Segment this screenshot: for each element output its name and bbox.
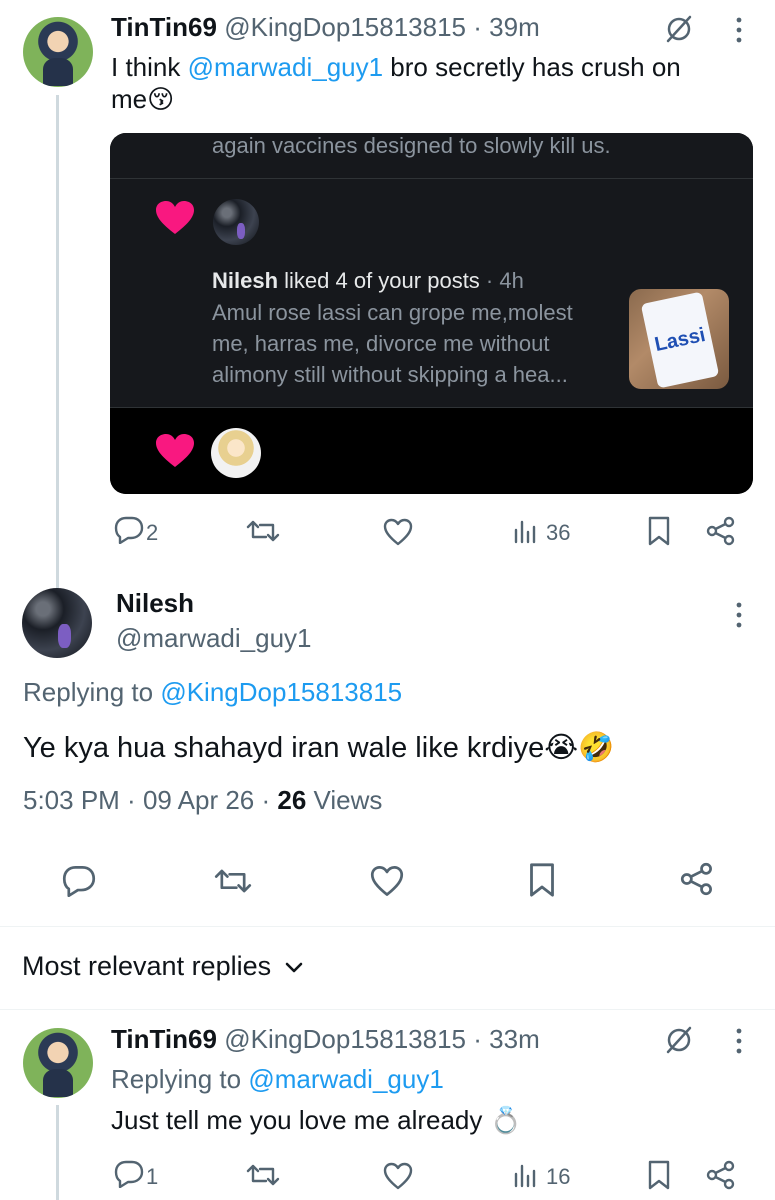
thread-line xyxy=(56,1105,59,1200)
notif-desc-line: alimony still without skipping a hea... xyxy=(212,362,568,387)
grok-slash-icon[interactable] xyxy=(664,1025,694,1055)
heart-filled-icon xyxy=(156,434,194,468)
separator-dot: · xyxy=(473,1024,482,1054)
timestamp[interactable]: 33m xyxy=(489,1024,540,1054)
tweet-header: TinTin69 @KingDop15813815 · 33m xyxy=(111,1024,540,1055)
notif-line: Nilesh liked 4 of your posts · 4h xyxy=(212,265,524,296)
card-top-row: again vaccines designed to slowly kill u… xyxy=(110,133,753,179)
notif-desc-line: me, harras me, divorce me without xyxy=(212,331,550,356)
avatar[interactable] xyxy=(23,17,93,87)
retweet-icon[interactable] xyxy=(246,1162,280,1188)
tweet-text: Just tell me you love me already 💍 xyxy=(111,1104,522,1137)
more-dots-icon[interactable] xyxy=(734,16,744,44)
divider xyxy=(0,1009,775,1010)
views-icon[interactable] xyxy=(513,1162,537,1188)
notif-avatar xyxy=(213,199,259,245)
notif-description: Amul rose lassi can grope me,molest me, … xyxy=(212,297,573,390)
attached-image[interactable]: again vaccines designed to slowly kill u… xyxy=(110,133,753,494)
sort-label: Most relevant replies xyxy=(22,951,272,981)
views-icon[interactable] xyxy=(513,518,537,544)
notif-dot: · xyxy=(479,268,500,293)
text-part: I think xyxy=(111,52,188,82)
views-count[interactable]: 16 xyxy=(546,1164,570,1190)
like-icon[interactable] xyxy=(370,865,404,897)
bookmark-icon[interactable] xyxy=(647,1160,671,1190)
more-dots-icon[interactable] xyxy=(734,601,744,629)
notif-time: 4h xyxy=(499,268,524,293)
divider xyxy=(0,926,775,927)
like-icon[interactable] xyxy=(383,1162,413,1190)
handle[interactable]: @KingDop15813815 xyxy=(224,12,466,42)
replying-label: Replying to xyxy=(111,1064,249,1094)
avatar[interactable] xyxy=(22,588,92,658)
share-icon[interactable] xyxy=(706,1160,736,1190)
bookmark-icon[interactable] xyxy=(647,516,671,546)
kissing-emoji: 😚 xyxy=(147,85,175,115)
share-icon[interactable] xyxy=(706,516,736,546)
replying-mention[interactable]: @KingDop15813815 xyxy=(160,677,402,707)
more-dots-icon[interactable] xyxy=(734,1027,744,1055)
notif-avatar xyxy=(211,428,261,478)
crying-laughing-emoji: 😭🤣 xyxy=(544,730,615,764)
reply-icon[interactable] xyxy=(114,516,144,544)
replying-to: Replying to @KingDop15813815 xyxy=(23,677,402,708)
grok-slash-icon[interactable] xyxy=(664,14,694,44)
notif-action: liked 4 of your posts xyxy=(278,268,480,293)
post-date[interactable]: 09 Apr 26 xyxy=(143,785,254,815)
retweet-icon[interactable] xyxy=(214,866,252,896)
separator-dot: · xyxy=(473,12,482,42)
handle[interactable]: @marwadi_guy1 xyxy=(116,623,311,654)
display-name[interactable]: TinTin69 xyxy=(111,12,217,42)
separator-dot: · xyxy=(254,785,278,815)
tweet-meta: 5:03 PM · 09 Apr 26 · 26 Views xyxy=(23,785,382,816)
reply-icon[interactable] xyxy=(114,1160,144,1188)
post-time[interactable]: 5:03 PM xyxy=(23,785,120,815)
replying-to: Replying to @marwadi_guy1 xyxy=(111,1064,444,1095)
bookmark-icon[interactable] xyxy=(528,862,556,898)
separator-dot: · xyxy=(119,785,143,815)
notif-thumbnail: Lassi xyxy=(629,289,729,389)
tweet-text: Ye kya hua shahayd iran wale like krdiye… xyxy=(23,730,614,765)
retweet-icon[interactable] xyxy=(246,518,280,544)
timestamp[interactable]: 39m xyxy=(489,12,540,42)
notif-name: Nilesh xyxy=(212,268,279,293)
replying-label: Replying to xyxy=(23,677,161,707)
avatar[interactable] xyxy=(23,1028,93,1098)
reply-count[interactable]: 2 xyxy=(146,520,158,546)
handle[interactable]: @KingDop15813815 xyxy=(224,1024,466,1054)
notification-row-2 xyxy=(110,408,753,494)
notification-row: Nilesh liked 4 of your posts · 4h Amul r… xyxy=(110,179,753,408)
display-name[interactable]: Nilesh xyxy=(116,588,194,619)
chevron-down-icon xyxy=(285,962,303,974)
text-part: Just tell me you love me already xyxy=(111,1105,490,1135)
views-count[interactable]: 26 xyxy=(277,785,306,815)
lassi-pack: Lassi xyxy=(640,291,720,389)
reply-icon[interactable] xyxy=(62,865,96,897)
text-part: Ye kya hua shahayd iran wale like krdiye xyxy=(23,732,545,764)
display-name[interactable]: TinTin69 xyxy=(111,1024,217,1054)
heart-filled-icon xyxy=(156,201,194,235)
reply-sort-dropdown[interactable]: Most relevant replies xyxy=(22,951,303,982)
ring-emoji: 💍 xyxy=(489,1106,522,1136)
text-part: me xyxy=(111,84,148,114)
share-icon[interactable] xyxy=(680,862,714,896)
notif-desc-line: Amul rose lassi can grope me,molest xyxy=(212,300,573,325)
views-label: Views xyxy=(306,785,383,815)
replying-mention[interactable]: @marwadi_guy1 xyxy=(248,1064,443,1094)
tweet-header: TinTin69 @KingDop15813815 · 39m xyxy=(111,12,540,43)
text-part: bro secretly has crush on xyxy=(383,52,681,82)
tweet-text: I think @marwadi_guy1 bro secretly has c… xyxy=(111,51,751,116)
mention-link[interactable]: @marwadi_guy1 xyxy=(188,52,383,82)
like-icon[interactable] xyxy=(383,518,413,546)
views-count[interactable]: 36 xyxy=(546,520,570,546)
thread-line xyxy=(56,95,59,590)
reply-count[interactable]: 1 xyxy=(146,1164,158,1190)
card-top-text: again vaccines designed to slowly kill u… xyxy=(212,133,611,158)
